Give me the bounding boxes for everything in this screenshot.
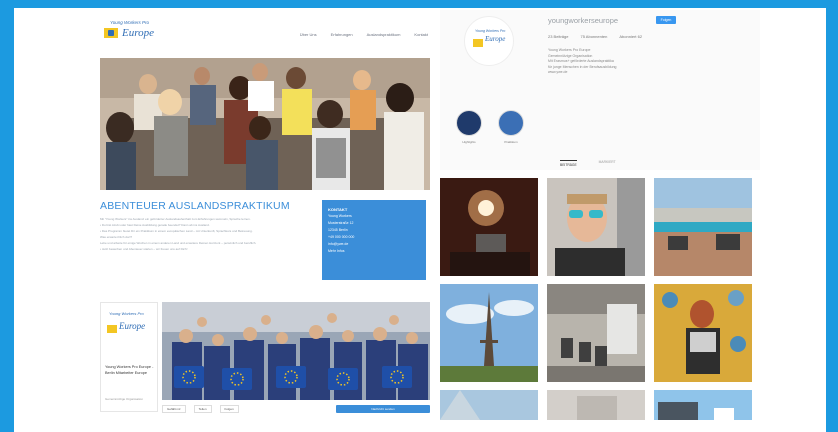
share-button[interactable]: Teilen bbox=[193, 405, 212, 413]
instagram-follow-button[interactable]: Folgen bbox=[656, 16, 676, 24]
facebook-page-name[interactable]: Young Workers Pro Europe - Berlin Mitarb… bbox=[105, 365, 157, 376]
contact-line: 12345 Berlin bbox=[328, 228, 348, 232]
send-message-button[interactable]: Nachricht senden bbox=[336, 405, 430, 413]
instagram-username: youngworkerseurope bbox=[548, 16, 619, 25]
collage-canvas: Young Workers Pro Europe Über Uns Erfahr… bbox=[14, 8, 826, 432]
contact-box: KONTAKT Young Workers Musterstraße 12 12… bbox=[322, 200, 426, 280]
instagram-post-grid bbox=[440, 178, 760, 420]
post-tile[interactable] bbox=[547, 390, 645, 420]
facebook-action-bar: Gefällt mir Teilen Folgen Nachricht send… bbox=[162, 404, 430, 414]
instagram-tabs: BEITRÄGE MARKIERT bbox=[560, 160, 616, 167]
fb-logo-tagline: Young Workers Pro bbox=[109, 311, 144, 316]
facebook-page-category: Gemeinnützige Organisation bbox=[105, 397, 144, 401]
contact-line: Musterstraße 12 bbox=[328, 221, 354, 225]
site-header: Young Workers Pro Europe Über Uns Erfahr… bbox=[100, 12, 432, 52]
story-highlight[interactable]: Praktikum bbox=[496, 110, 526, 144]
post-tile[interactable] bbox=[654, 178, 752, 276]
tab-posts[interactable]: BEITRÄGE bbox=[560, 160, 577, 167]
page-title: ABENTEUER AUSLANDSPRAKTIKUM bbox=[100, 200, 290, 212]
contact-link[interactable]: Mehr Infos bbox=[328, 248, 420, 255]
body-line: • Jetzt bewerben und Abenteuer starten –… bbox=[100, 247, 188, 251]
avatar-tagline: Young Workers Pro bbox=[475, 29, 506, 33]
fb-logo-mark-icon bbox=[107, 325, 117, 333]
site-nav: Über Uns Erfahrungen Auslandspraktikum K… bbox=[300, 32, 428, 37]
highlight-label: Highlights bbox=[462, 140, 476, 144]
bio-link[interactable]: www.ywe.de bbox=[548, 70, 748, 76]
facebook-sidebar: Young Workers Pro Europe Young Workers P… bbox=[100, 302, 158, 412]
post-tile[interactable] bbox=[654, 284, 752, 382]
contact-title: KONTAKT bbox=[328, 207, 348, 212]
post-tile[interactable] bbox=[440, 178, 538, 276]
instagram-stats: 23 Beiträge 75 Abonnenten Abonniert 62 bbox=[548, 34, 642, 39]
website-screenshot: Young Workers Pro Europe Über Uns Erfahr… bbox=[100, 12, 432, 428]
contact-line: Young Workers bbox=[328, 214, 352, 218]
instagram-profile-screenshot: Young Workers Pro Europe youngworkerseur… bbox=[440, 10, 772, 430]
logo-tagline: Young Workers Pro bbox=[110, 20, 150, 25]
post-tile[interactable] bbox=[440, 390, 538, 420]
site-logo[interactable]: Young Workers Pro Europe bbox=[102, 18, 166, 46]
avatar-mark-icon bbox=[473, 39, 483, 47]
instagram-bio: Young Workers Pro Europe Gemeinnützige O… bbox=[548, 48, 748, 76]
post-tile[interactable] bbox=[547, 284, 645, 382]
posts-count[interactable]: 23 Beiträge bbox=[548, 34, 568, 39]
instagram-header: Young Workers Pro Europe youngworkerseur… bbox=[440, 10, 760, 170]
nav-item[interactable]: Kontakt bbox=[414, 32, 428, 37]
logo-wordmark: Europe bbox=[122, 27, 154, 39]
hero-image bbox=[100, 58, 430, 190]
tab-tagged[interactable]: MARKIERT bbox=[599, 160, 616, 167]
highlight-cover bbox=[456, 110, 482, 136]
facebook-cover-photo bbox=[162, 302, 430, 400]
like-button[interactable]: Gefällt mir bbox=[162, 405, 186, 413]
follow-button[interactable]: Folgen bbox=[219, 405, 239, 413]
intro-text: Mit "Young Workers" ins Ausland: ein gef… bbox=[100, 216, 308, 252]
followers-count[interactable]: 75 Abonnenten bbox=[580, 34, 607, 39]
avatar-wordmark: Europe bbox=[485, 35, 506, 43]
fb-logo-wordmark: Europe bbox=[119, 321, 146, 331]
logo-mark-icon bbox=[104, 28, 118, 38]
post-tile[interactable] bbox=[654, 390, 752, 420]
instagram-avatar[interactable]: Young Workers Pro Europe bbox=[464, 16, 514, 66]
nav-item[interactable]: Auslandspraktikum bbox=[367, 32, 401, 37]
facebook-page-card: Young Workers Pro Europe Young Workers P… bbox=[100, 302, 430, 414]
nav-item[interactable]: Erfahrungen bbox=[331, 32, 353, 37]
following-count[interactable]: Abonniert 62 bbox=[619, 34, 642, 39]
contact-line[interactable]: info@ywe.de bbox=[328, 241, 420, 248]
facebook-profile-logo[interactable]: Young Workers Pro Europe bbox=[105, 309, 155, 349]
highlight-label: Praktikum bbox=[504, 140, 518, 144]
nav-item[interactable]: Über Uns bbox=[300, 32, 317, 37]
highlight-cover bbox=[498, 110, 524, 136]
contact-line[interactable]: +49 000 000 000 bbox=[328, 234, 420, 241]
post-tile[interactable] bbox=[547, 178, 645, 276]
post-tile[interactable] bbox=[440, 284, 538, 382]
story-highlight[interactable]: Highlights bbox=[454, 110, 484, 144]
